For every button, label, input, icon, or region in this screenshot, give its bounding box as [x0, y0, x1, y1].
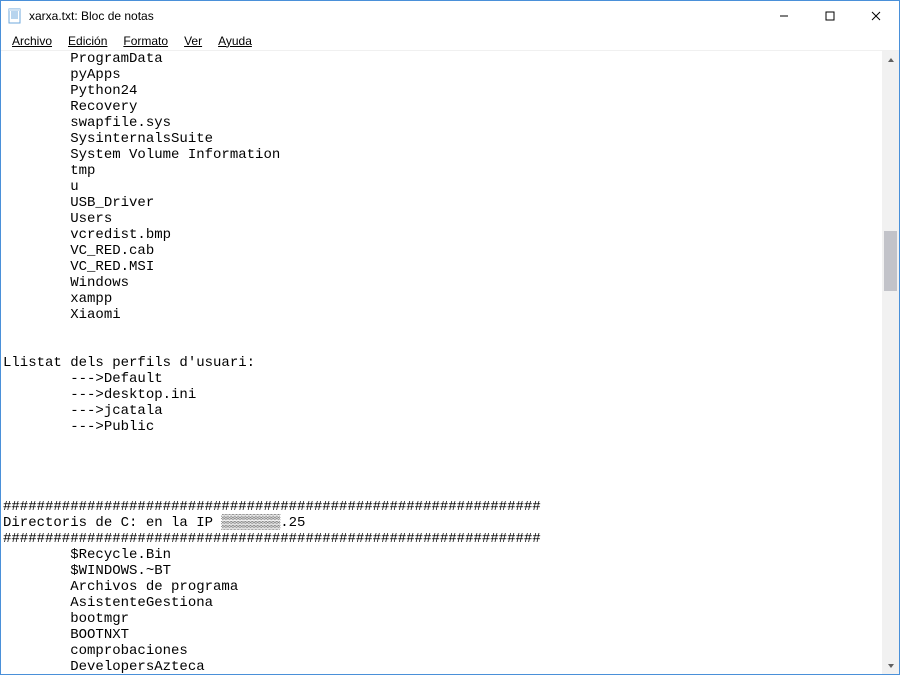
menu-ver[interactable]: Ver: [177, 33, 209, 49]
scroll-thumb[interactable]: [884, 231, 897, 291]
text-editor[interactable]: ProgramData pyApps Python24 Recovery swa…: [1, 51, 882, 674]
menu-formato[interactable]: Formato: [116, 33, 175, 49]
menubar: Archivo Edición Formato Ver Ayuda: [1, 31, 899, 51]
titlebar: xarxa.txt: Bloc de notas: [1, 1, 899, 31]
notepad-icon: [7, 8, 23, 24]
window-title: xarxa.txt: Bloc de notas: [29, 9, 761, 23]
notepad-window: xarxa.txt: Bloc de notas Archivo Edición…: [0, 0, 900, 675]
scroll-down-arrow[interactable]: [882, 657, 899, 674]
vertical-scrollbar[interactable]: [882, 51, 899, 674]
window-controls: [761, 1, 899, 31]
menu-ayuda[interactable]: Ayuda: [211, 33, 259, 49]
maximize-button[interactable]: [807, 1, 853, 31]
client-area: ProgramData pyApps Python24 Recovery swa…: [1, 51, 899, 674]
minimize-button[interactable]: [761, 1, 807, 31]
scroll-up-arrow[interactable]: [882, 51, 899, 68]
menu-edicion[interactable]: Edición: [61, 33, 114, 49]
close-button[interactable]: [853, 1, 899, 31]
menu-archivo[interactable]: Archivo: [5, 33, 59, 49]
